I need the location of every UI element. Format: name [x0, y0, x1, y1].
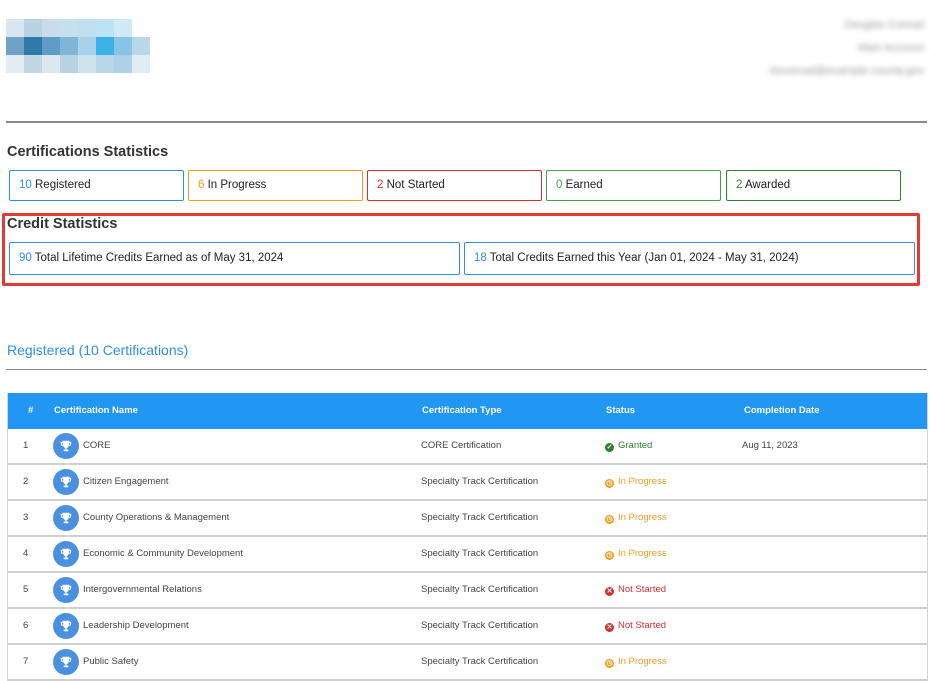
- check-circle-icon: ✓: [605, 443, 614, 452]
- status-label: Not Started: [618, 620, 667, 631]
- organization-logo: [6, 19, 150, 73]
- table-row[interactable]: 7 Public Safety Specialty Track Certificat…: [8, 645, 927, 681]
- user-email: doconrad@example-county.gov: [769, 65, 924, 77]
- status-cell: ◷ In Progress: [605, 537, 667, 571]
- clock-icon: ◷: [605, 551, 614, 560]
- certification-name[interactable]: Leadership Development: [83, 609, 189, 643]
- stat-count: 10: [19, 179, 32, 191]
- status-label: In Progress: [618, 656, 667, 667]
- year-credits-label: Total Credits Earned this Year (Jan 01, …: [486, 252, 799, 264]
- trophy-icon: [53, 469, 79, 495]
- x-circle-icon: ✕: [605, 587, 614, 596]
- table-body: 1 CORE CORE Certification ✓ Granted Aug 11, 2…: [8, 429, 927, 681]
- status-label: Granted: [618, 440, 653, 451]
- lifetime-credits-label: Total Lifetime Credits Earned as of May …: [31, 252, 284, 264]
- status-label: In Progress: [618, 476, 667, 487]
- trophy-icon: [53, 649, 79, 675]
- stat-label: In Progress: [204, 179, 267, 191]
- status-cell: ◷ In Progress: [605, 465, 667, 499]
- table-row[interactable]: 4 Economic & Community Development Special…: [8, 537, 927, 573]
- user-role: Main Account: [857, 42, 924, 54]
- cert-stats-title: Certifications Statistics: [7, 144, 169, 160]
- trophy-icon: [53, 541, 79, 567]
- clock-icon: ◷: [605, 515, 614, 524]
- status-label: In Progress: [618, 512, 667, 523]
- x-circle-icon: ✕: [605, 623, 614, 632]
- row-number: 2: [23, 476, 29, 487]
- stat-label: Registered: [31, 179, 91, 191]
- status-cell: ✓ Granted: [605, 429, 652, 463]
- certification-name[interactable]: Economic & Community Development: [83, 537, 243, 571]
- table-row[interactable]: 2 Citizen Engagement Specialty Track Certi…: [8, 465, 927, 501]
- certification-name[interactable]: Intergovernmental Relations: [83, 573, 202, 607]
- stat-in-progress[interactable]: 6 In Progress: [188, 170, 363, 201]
- certification-type: Specialty Track Certification: [421, 548, 539, 559]
- completion-date: Aug 11, 2023: [742, 440, 798, 451]
- status-cell: ◷ In Progress: [605, 501, 667, 535]
- credit-stats-title: Credit Statistics: [7, 216, 118, 232]
- col-name[interactable]: Certification Name: [54, 393, 138, 429]
- table-row[interactable]: 3 County Operations & Management Specialty…: [8, 501, 927, 537]
- registered-section-title[interactable]: Registered (10 Certifications): [7, 342, 188, 358]
- row-number: 3: [23, 512, 29, 523]
- col-status[interactable]: Status: [606, 393, 635, 429]
- stat-earned[interactable]: 0 Earned: [546, 170, 721, 201]
- trophy-icon: [53, 577, 79, 603]
- clock-icon: ◷: [605, 479, 614, 488]
- certifications-table: # Certification Name Certification Type …: [7, 393, 928, 681]
- certification-name[interactable]: County Operations & Management: [83, 501, 229, 535]
- trophy-icon: [53, 433, 79, 459]
- row-number: 4: [23, 548, 29, 559]
- stat-label: Awarded: [742, 179, 791, 191]
- table-row[interactable]: 5 Intergovernmental Relations Specialty Tr…: [8, 573, 927, 609]
- stat-label: Earned: [562, 179, 603, 191]
- stat-registered[interactable]: 10 Registered: [9, 170, 184, 201]
- col-type[interactable]: Certification Type: [422, 393, 502, 429]
- certification-type: Specialty Track Certification: [421, 476, 539, 487]
- user-info: Douglas Conrad Main Account doconrad@exa…: [769, 14, 924, 83]
- col-date[interactable]: Completion Date: [744, 393, 819, 429]
- certification-type: Specialty Track Certification: [421, 584, 539, 595]
- row-number: 5: [23, 584, 29, 595]
- trophy-icon: [53, 613, 79, 639]
- stat-label: Not Started: [383, 179, 445, 191]
- header-divider: [6, 121, 927, 123]
- row-number: 6: [23, 620, 29, 631]
- table-header: # Certification Name Certification Type …: [8, 393, 927, 429]
- certification-type: Specialty Track Certification: [421, 620, 539, 631]
- status-cell: ✕ Not Started: [605, 609, 666, 643]
- table-row[interactable]: 1 CORE CORE Certification ✓ Granted Aug 11, 2…: [8, 429, 927, 465]
- certification-type: Specialty Track Certification: [421, 512, 539, 523]
- status-cell: ✕ Not Started: [605, 573, 666, 607]
- section-divider: [6, 369, 927, 370]
- year-credits-count: 18: [474, 252, 487, 264]
- user-name: Douglas Conrad: [844, 19, 925, 31]
- trophy-icon: [53, 505, 79, 531]
- col-num[interactable]: #: [28, 393, 33, 429]
- row-number: 1: [23, 440, 29, 451]
- certification-name[interactable]: Citizen Engagement: [83, 465, 169, 499]
- certification-name[interactable]: CORE: [83, 429, 110, 463]
- lifetime-credits[interactable]: 90 Total Lifetime Credits Earned as of M…: [9, 242, 460, 275]
- stat-awarded[interactable]: 2 Awarded: [726, 170, 901, 201]
- status-label: In Progress: [618, 548, 667, 559]
- table-row[interactable]: 6 Leadership Development Specialty Track C…: [8, 609, 927, 645]
- certification-type: CORE Certification: [421, 440, 502, 451]
- status-label: Not Started: [618, 584, 667, 595]
- year-credits[interactable]: 18 Total Credits Earned this Year (Jan 0…: [464, 242, 915, 275]
- lifetime-credits-count: 90: [19, 252, 32, 264]
- stat-not-started[interactable]: 2 Not Started: [367, 170, 542, 201]
- clock-icon: ◷: [605, 659, 614, 668]
